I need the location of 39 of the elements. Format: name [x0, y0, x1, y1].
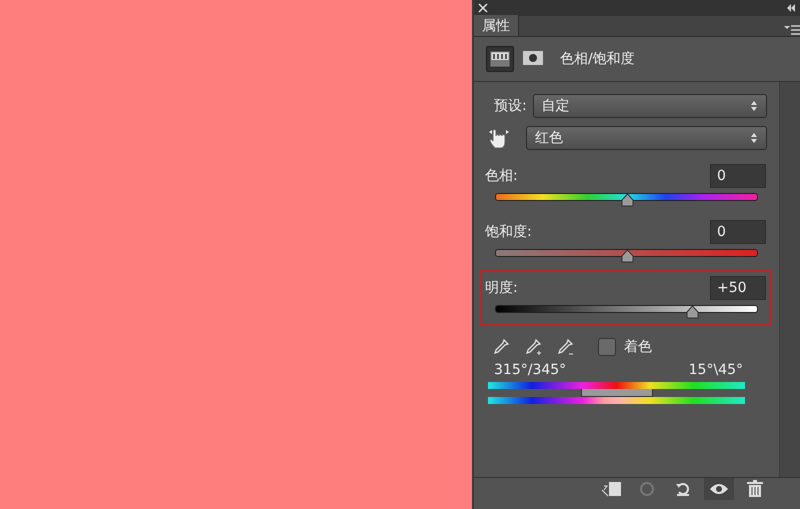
eye-icon[interactable] [709, 482, 729, 496]
slider-label: 色相: [485, 167, 518, 185]
preset-dropdown[interactable]: 自定 [532, 94, 767, 118]
slider-thumb[interactable] [686, 306, 700, 319]
slider-track[interactable] [495, 248, 758, 264]
scrollbar[interactable] [779, 82, 800, 477]
menu-icon[interactable] [784, 24, 800, 36]
trash-icon[interactable] [747, 480, 763, 498]
value-field[interactable]: +50 [710, 276, 766, 300]
value-field[interactable]: 0 [710, 164, 766, 188]
updown-arrows-icon[interactable] [750, 132, 758, 144]
range-label: 315°/345° [494, 362, 566, 378]
eyedropper-icon[interactable] [492, 338, 510, 356]
collapse-icon[interactable] [786, 3, 796, 13]
panel-tab[interactable]: 属性 [474, 15, 519, 36]
colorize-checkbox[interactable] [598, 338, 616, 356]
clip-layer-icon[interactable] [600, 480, 622, 498]
slider-thumb[interactable] [620, 194, 634, 207]
eyedropper-plus-icon[interactable] [524, 338, 542, 356]
eyedropper-minus-icon[interactable] [556, 338, 574, 356]
slider-thumb[interactable] [620, 250, 634, 263]
range-label: 15°\45° [688, 362, 743, 378]
value-field[interactable]: 0 [710, 220, 766, 244]
adjustment-title: 色相/饱和度 [560, 50, 635, 68]
hand-icon[interactable] [488, 126, 510, 150]
channel-dropdown[interactable]: 红色 [526, 126, 767, 150]
mask-icon [522, 50, 544, 68]
slider-track[interactable] [495, 304, 758, 320]
reset-icon[interactable] [674, 480, 692, 498]
preset-label: 预设: [494, 97, 527, 115]
colorize-label: 着色 [624, 338, 652, 356]
adjustment-button[interactable] [486, 46, 514, 72]
slider-track[interactable] [495, 192, 758, 208]
updown-arrows-icon[interactable] [750, 100, 758, 112]
color-range-bar[interactable] [488, 382, 745, 404]
adjustment-icon [489, 50, 511, 68]
close-icon[interactable] [478, 3, 488, 13]
slider-label: 饱和度: [485, 223, 532, 241]
slider-label: 明度: [485, 279, 518, 297]
